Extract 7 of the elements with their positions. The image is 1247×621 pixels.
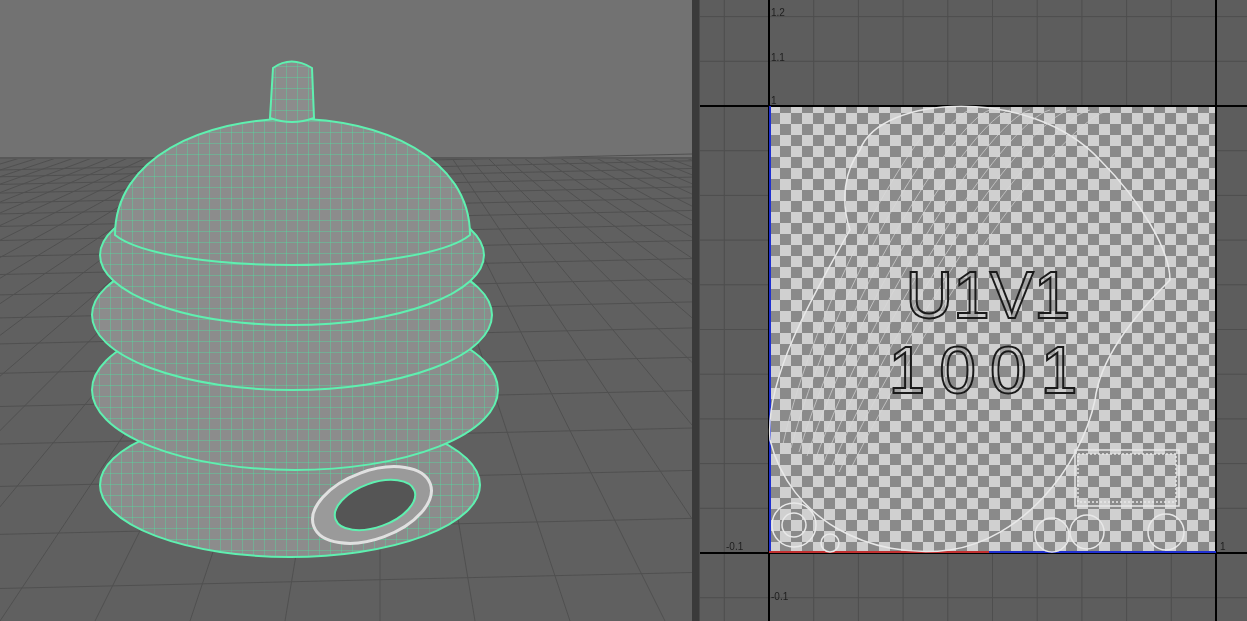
uv-tile-label: 1001 [888,333,1092,407]
axis-label: -0.1 [771,591,789,602]
beehive-wireframe-drawing[interactable] [91,60,499,558]
axis-label: -0.1 [726,541,744,552]
axis-label: 1.2 [771,7,785,18]
perspective-viewport[interactable] [0,0,692,621]
uv-tile-label: U1V1 [905,258,1071,332]
